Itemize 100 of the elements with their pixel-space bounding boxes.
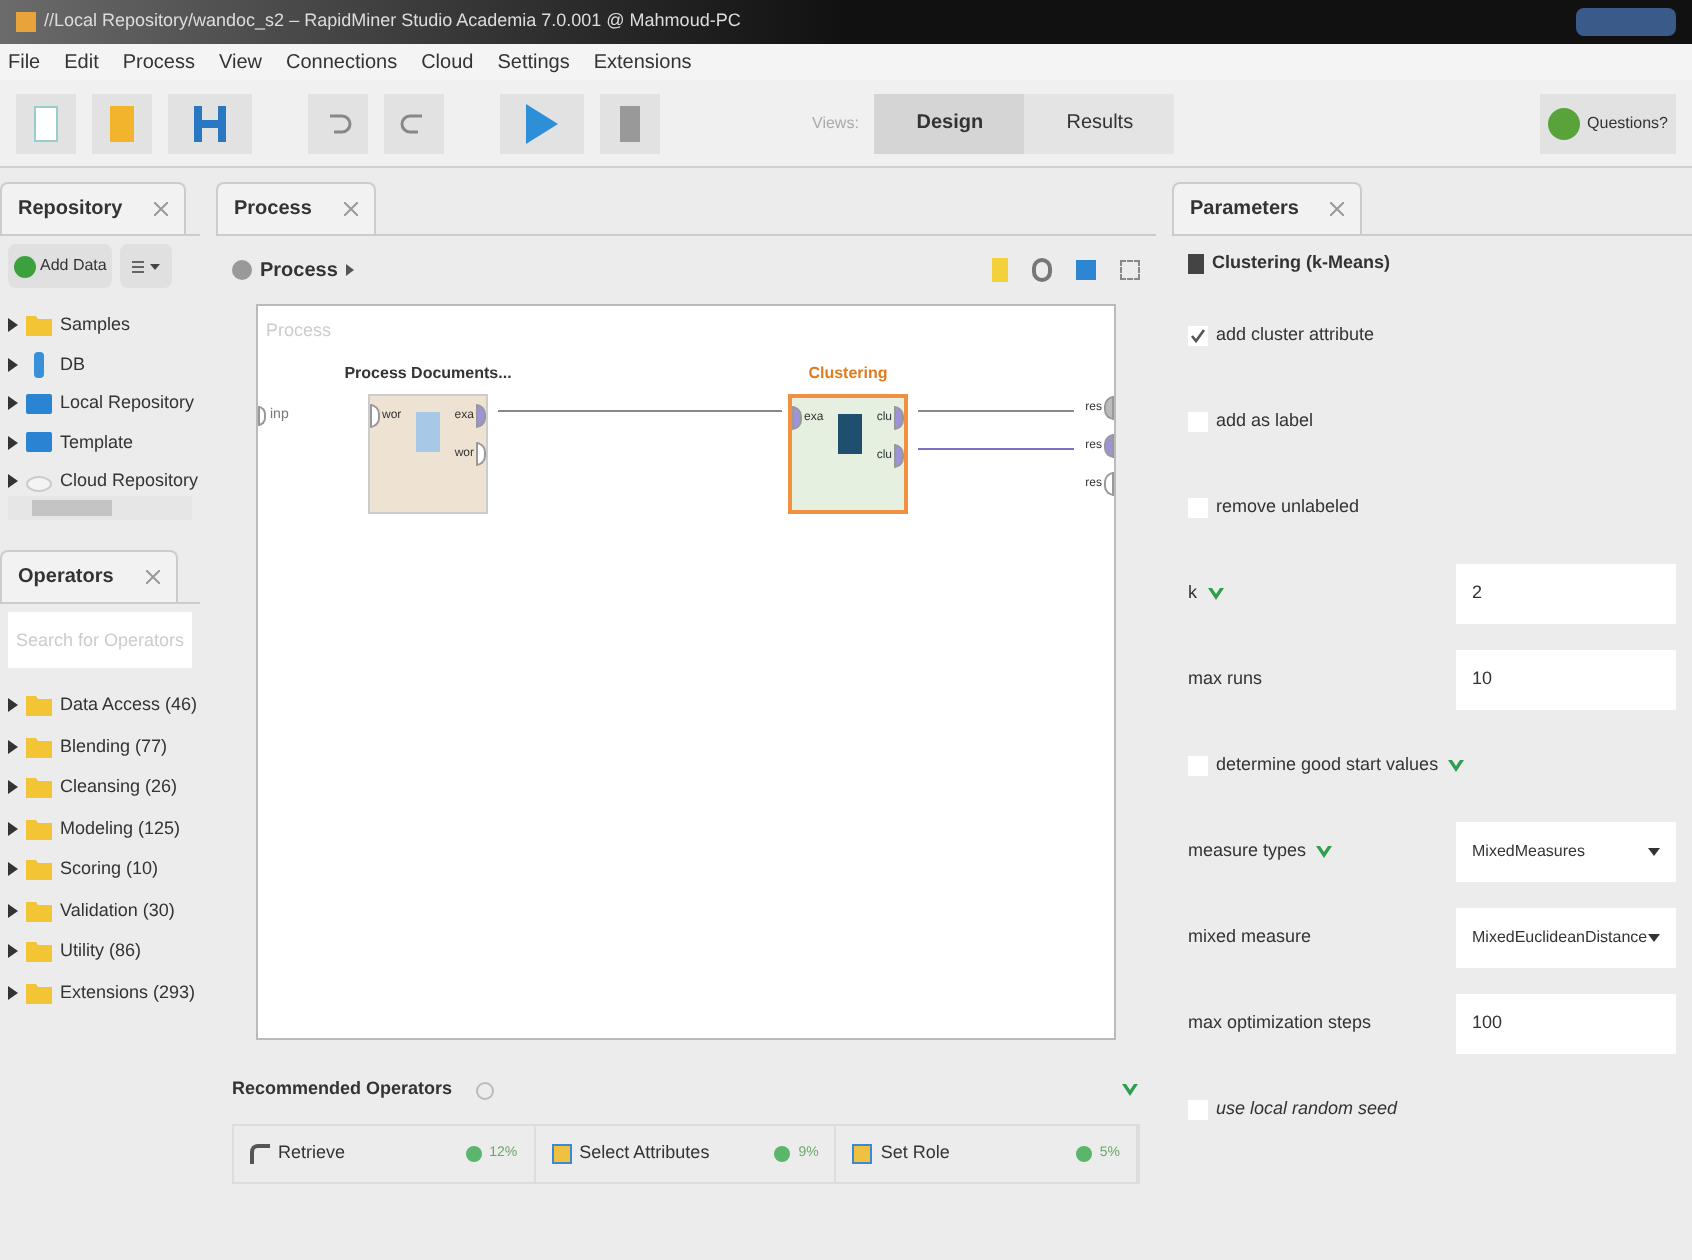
help-button[interactable]: Questions? bbox=[1539, 93, 1676, 153]
operators-tab[interactable]: Operators bbox=[0, 550, 178, 602]
expand-arrow-icon[interactable] bbox=[8, 862, 18, 877]
repository-item[interactable]: Cloud Repository bbox=[60, 468, 199, 495]
repository-item[interactable]: Samples bbox=[60, 312, 131, 339]
parameter-label: k bbox=[1188, 579, 1197, 606]
expand-arrow-icon[interactable] bbox=[8, 396, 18, 411]
operator-title: Clustering bbox=[808, 362, 888, 386]
port-icon[interactable] bbox=[475, 404, 486, 428]
expand-arrow-icon[interactable] bbox=[8, 698, 18, 713]
repository-item[interactable]: Template bbox=[60, 429, 134, 456]
operator-title: Process Documents... bbox=[344, 362, 512, 386]
expand-arrow-icon[interactable] bbox=[8, 780, 18, 795]
parameter-label: add as label bbox=[1216, 407, 1314, 434]
folder-icon bbox=[26, 817, 52, 840]
folder-icon bbox=[26, 981, 52, 1004]
chevron-icon bbox=[1446, 757, 1467, 773]
repository-tab[interactable]: Repository bbox=[0, 182, 187, 234]
operator-group[interactable]: Extensions (293) bbox=[60, 979, 196, 1006]
port-icon[interactable] bbox=[1104, 396, 1114, 420]
repository-item[interactable]: Local Repository bbox=[60, 390, 195, 417]
view-tab[interactable]: Results bbox=[1024, 93, 1175, 153]
operator-group[interactable]: Modeling (125) bbox=[60, 815, 181, 842]
folder-icon bbox=[26, 735, 52, 758]
menu-item[interactable]: Extensions bbox=[593, 47, 692, 77]
parameter-label: max runs bbox=[1188, 665, 1263, 692]
dropdown[interactable]: MixedEuclideanDistance bbox=[1456, 907, 1676, 967]
operator-group[interactable]: Data Access (46) bbox=[60, 692, 198, 719]
operator-group[interactable]: Scoring (10) bbox=[60, 856, 159, 883]
menu-item[interactable]: View bbox=[218, 47, 262, 77]
checkbox[interactable] bbox=[1188, 325, 1208, 345]
menu-item[interactable]: File bbox=[8, 47, 41, 77]
port-icon[interactable] bbox=[1104, 434, 1114, 458]
operator-group[interactable]: Validation (30) bbox=[60, 897, 175, 924]
add-data-button[interactable]: Add Data bbox=[8, 244, 113, 288]
save-icon[interactable] bbox=[168, 93, 252, 153]
chevron-icon bbox=[1314, 843, 1335, 859]
operator-group[interactable]: Blending (77) bbox=[60, 733, 168, 760]
repository-item[interactable]: DB bbox=[60, 351, 86, 378]
port-icon[interactable] bbox=[893, 406, 904, 430]
redo-icon[interactable] bbox=[384, 93, 444, 153]
recommended-operator[interactable]: Retrieve bbox=[278, 1140, 346, 1168]
menu-item[interactable]: Settings bbox=[497, 47, 570, 77]
caret-icon bbox=[1648, 847, 1660, 855]
input-field[interactable]: 2 bbox=[1456, 563, 1676, 623]
port-icon[interactable] bbox=[475, 442, 486, 466]
menu-item[interactable]: Connections bbox=[285, 47, 398, 77]
list-caret-icon bbox=[132, 259, 161, 273]
expand-arrow-icon[interactable] bbox=[8, 318, 18, 333]
port-icon[interactable] bbox=[370, 404, 380, 428]
folder-icon bbox=[26, 940, 52, 963]
check-icon bbox=[1190, 327, 1206, 343]
close-icon[interactable] bbox=[145, 570, 160, 584]
folder-icon bbox=[26, 858, 52, 881]
port-icon[interactable] bbox=[1104, 472, 1114, 496]
close-icon[interactable] bbox=[343, 202, 358, 216]
recommended-operator[interactable]: Set Role bbox=[880, 1140, 950, 1168]
parameter-label: remove unlabeled bbox=[1216, 493, 1360, 520]
recommended-operator[interactable]: Select Attributes bbox=[579, 1140, 710, 1168]
caret-icon bbox=[1648, 933, 1660, 941]
section-title: Recommended Operators bbox=[232, 1076, 453, 1103]
expand-arrow-icon[interactable] bbox=[8, 821, 18, 836]
expand-arrow-icon[interactable] bbox=[8, 435, 18, 450]
fit-icon[interactable] bbox=[1120, 260, 1140, 280]
views-label: Views: bbox=[812, 111, 859, 135]
expand-arrow-icon[interactable] bbox=[8, 944, 18, 959]
folder-icon bbox=[26, 776, 52, 799]
chevron-icon bbox=[1120, 1082, 1140, 1098]
dropdown[interactable]: MixedMeasures bbox=[1456, 821, 1676, 881]
chevron-icon bbox=[1205, 585, 1225, 601]
process-tab[interactable]: Process bbox=[216, 182, 376, 234]
view-tab[interactable]: Design bbox=[874, 93, 1025, 153]
menu-item[interactable]: Edit bbox=[64, 47, 99, 77]
parameter-label: measure types bbox=[1188, 837, 1307, 864]
port-icon[interactable] bbox=[792, 406, 802, 430]
breadcrumb[interactable]: Process bbox=[260, 255, 338, 285]
expand-arrow-icon[interactable] bbox=[8, 474, 18, 489]
undo-icon[interactable] bbox=[308, 93, 368, 153]
new-file-icon[interactable] bbox=[16, 93, 76, 153]
view-menu-button[interactable] bbox=[120, 244, 173, 288]
run-icon[interactable] bbox=[500, 93, 584, 153]
menu-item[interactable]: Cloud bbox=[421, 47, 474, 77]
operator-group[interactable]: Utility (86) bbox=[60, 938, 142, 965]
operator-name: Clustering (k-Means) bbox=[1212, 250, 1391, 277]
menu-item[interactable]: Process bbox=[122, 47, 195, 77]
expand-arrow-icon[interactable] bbox=[8, 357, 18, 372]
parameters-tab[interactable]: Parameters bbox=[1172, 182, 1363, 234]
parameter-label: max optimization steps bbox=[1188, 1009, 1372, 1036]
close-icon[interactable] bbox=[1330, 202, 1345, 216]
horizontal-scrollbar[interactable] bbox=[8, 496, 192, 520]
expand-arrow-icon[interactable] bbox=[8, 903, 18, 918]
expand-arrow-icon[interactable] bbox=[8, 985, 18, 1000]
parameter-label: add cluster attribute bbox=[1216, 321, 1375, 348]
operator-group[interactable]: Cleansing (26) bbox=[60, 774, 178, 801]
input-field[interactable]: 10 bbox=[1456, 649, 1676, 709]
input-field[interactable]: 100 bbox=[1456, 993, 1676, 1053]
port-icon[interactable] bbox=[893, 444, 904, 468]
close-icon[interactable] bbox=[154, 202, 169, 216]
folder-icon bbox=[26, 899, 52, 922]
expand-arrow-icon[interactable] bbox=[8, 739, 18, 754]
